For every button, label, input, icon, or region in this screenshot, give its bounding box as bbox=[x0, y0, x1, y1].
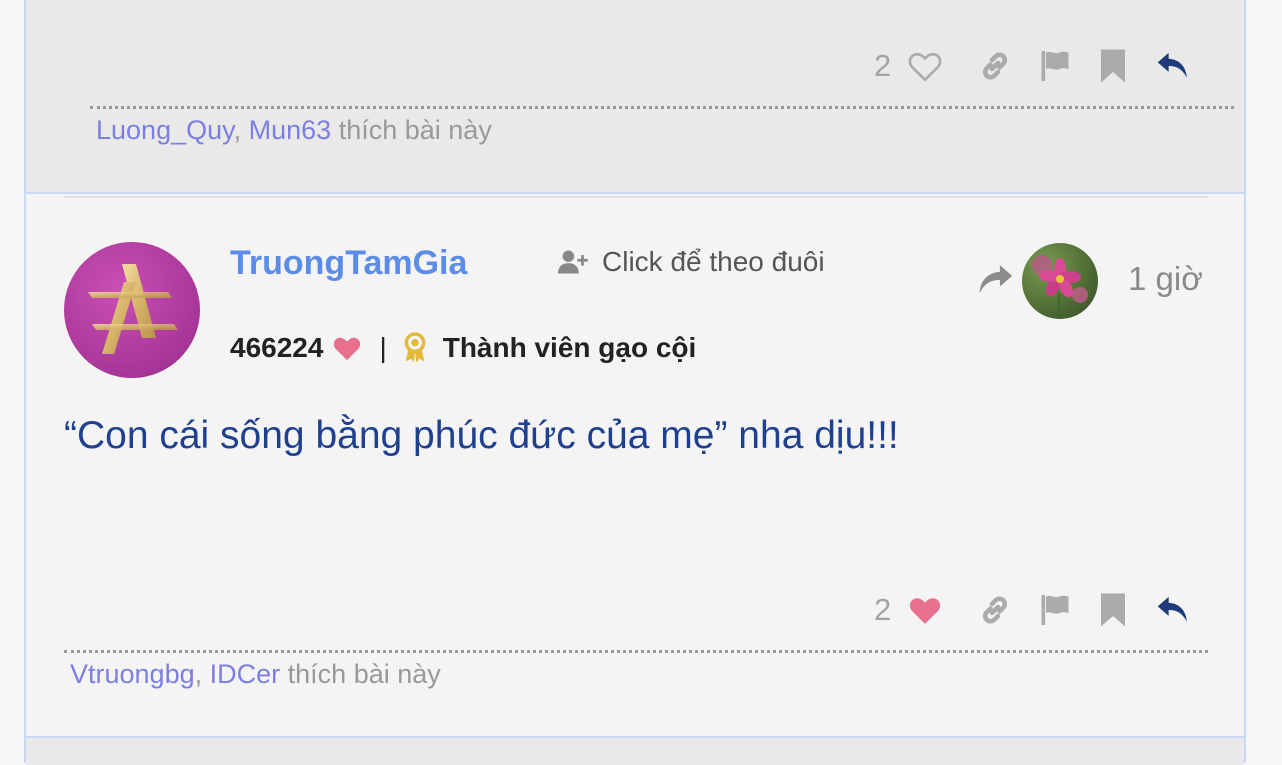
post-actions: 2 bbox=[874, 46, 1193, 86]
reply-icon bbox=[1157, 52, 1188, 78]
next-post bbox=[26, 736, 1244, 765]
follow-button[interactable]: Click để theo đuôi bbox=[558, 246, 825, 278]
post-content: “Con cái sống bằng phúc đức của mẹ” nha … bbox=[64, 414, 899, 457]
user-avatar[interactable] bbox=[64, 242, 200, 378]
share-icon bbox=[979, 265, 1013, 294]
bookmark-icon bbox=[1101, 49, 1126, 83]
link-icon bbox=[983, 596, 1008, 624]
likers-line: Luong_Quy, Mun63 thích bài này bbox=[96, 115, 492, 146]
medal-icon bbox=[404, 332, 426, 363]
user-plus-icon bbox=[558, 250, 588, 274]
share-button[interactable] bbox=[974, 262, 1016, 303]
bookmark-button[interactable] bbox=[1093, 590, 1133, 630]
like-button[interactable] bbox=[905, 46, 945, 86]
user-stats: 466224 | Thành viên gạo cội bbox=[230, 332, 696, 364]
follow-label: Click để theo đuôi bbox=[602, 246, 825, 277]
likers-suffix: thích bài này bbox=[287, 659, 441, 689]
like-button[interactable] bbox=[905, 590, 945, 630]
reply-button[interactable] bbox=[1153, 590, 1193, 630]
like-count: 2 bbox=[874, 592, 892, 627]
avatar-logo bbox=[88, 264, 178, 354]
stats-separator: | bbox=[379, 332, 387, 363]
bookmark-icon bbox=[1101, 593, 1126, 627]
link-icon bbox=[983, 52, 1008, 80]
reply-button[interactable] bbox=[1153, 46, 1193, 86]
post-divider bbox=[90, 106, 1234, 109]
flag-icon bbox=[1041, 51, 1069, 81]
permalink-button[interactable] bbox=[975, 46, 1015, 86]
likers-comma: , bbox=[194, 659, 210, 689]
liker-link[interactable]: IDCer bbox=[210, 659, 281, 689]
liker-link[interactable]: Luong_Quy bbox=[96, 115, 234, 145]
likers-line: Vtruongbg, IDCer thích bài này bbox=[70, 659, 441, 690]
previous-post: 2 Luong_Quy, Mun63 thích bài này bbox=[26, 0, 1244, 194]
report-button[interactable] bbox=[1035, 46, 1075, 86]
post-username[interactable]: TruongTamGia bbox=[230, 244, 467, 283]
reply-icon bbox=[1157, 596, 1188, 622]
bookmark-button[interactable] bbox=[1093, 46, 1133, 86]
like-count: 2 bbox=[874, 48, 892, 83]
likers-comma: , bbox=[233, 115, 249, 145]
post-separator bbox=[64, 196, 1208, 198]
post-divider bbox=[64, 650, 1208, 653]
flag-icon bbox=[1041, 595, 1069, 625]
post-actions: 2 bbox=[874, 590, 1193, 630]
user-rank: Thành viên gạo cội bbox=[442, 332, 697, 363]
liker-link[interactable]: Mun63 bbox=[249, 115, 332, 145]
post-time: 1 giờ bbox=[1128, 260, 1203, 297]
flower-image bbox=[1032, 255, 1088, 319]
heart-outline-icon bbox=[908, 52, 942, 82]
report-button[interactable] bbox=[1035, 590, 1075, 630]
user-points: 466224 bbox=[230, 332, 324, 363]
likers-suffix: thích bài này bbox=[338, 115, 492, 145]
heart-icon bbox=[334, 337, 361, 361]
liker-link[interactable]: Vtruongbg bbox=[70, 659, 195, 689]
heart-icon bbox=[910, 598, 941, 624]
shared-by-avatar[interactable] bbox=[1022, 243, 1098, 319]
permalink-button[interactable] bbox=[975, 590, 1015, 630]
